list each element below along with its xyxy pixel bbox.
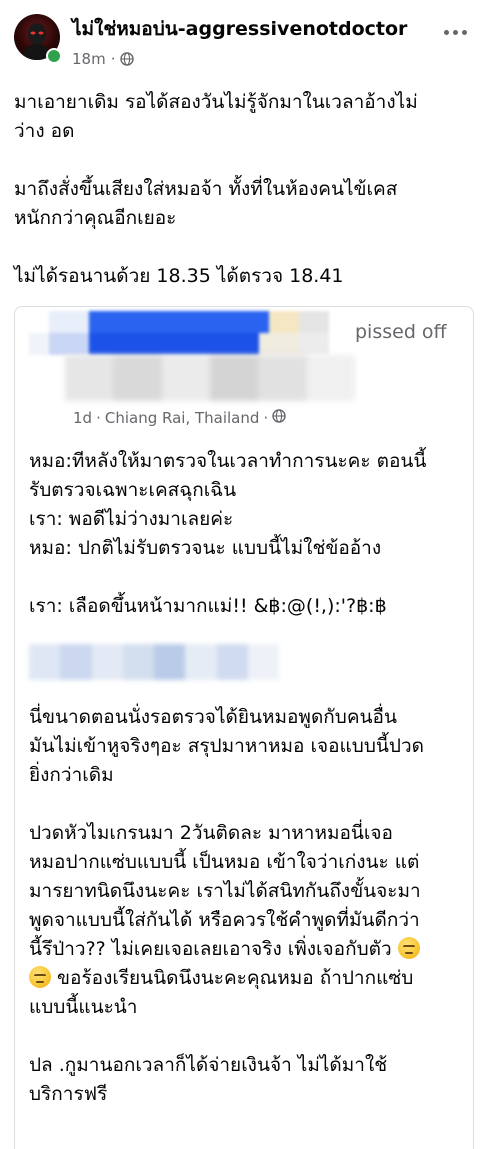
globe-icon [272,409,286,427]
text-line: บริการฟรี [29,1083,108,1105]
text-line: แบบนี้แนะนำ [29,996,138,1018]
rolling-eyes-emoji-icon [29,966,51,988]
post-time[interactable]: 18m [72,50,106,68]
text-line: หมอ:ทีหลังให้มาตรวจในเวลาทำการนะคะ ตอนนี… [29,450,427,472]
paragraph-block: ปวดหัวไมเกรนมา 2วันติดละ มาหาหมอนี่เจอ ห… [29,819,469,1022]
text-line: หมอ: ปกติไม่รับตรวจนะ แบบนี้ไม่ใช่ข้ออ้า… [29,537,382,559]
online-status-dot [46,48,62,64]
paragraph-block: ปล .กูมานอกเวลาก็ได้จ่ายเงินจ้า ไม่ได้มา… [29,1051,469,1109]
text-line: พูดจาแบบนี้ใส่กันได้ หรือควรใช้คำพูดที่ม… [29,909,420,931]
text-line: ปล .กูมานอกเวลาก็ได้จ่ายเงินจ้า ไม่ได้มา… [29,1054,388,1076]
text-line: รับตรวจเฉพาะเคสฉุกเฉิน [29,479,237,501]
text-line: ยิ่งกว่าเดิม [29,764,114,786]
dialogue-block: หมอ:ทีหลังให้มาตรวจในเวลาทำการนะคะ ตอนนี… [29,447,469,563]
redacted-info-blur [65,355,355,401]
post-paragraph: มาถึงสั่งขึ้นเสียงใส่หมอจ้า ทั้งที่ในห้อ… [14,178,398,229]
redacted-name-blur [29,311,329,355]
post-paragraph: มาเอายาเดิม รอได้สองวันไม่รู้จักมาในเวลา… [14,91,418,142]
text-line: มันไม่เข้าหูจริงๆอะ สรุปมาหาหมอ เจอแบบนี… [29,735,424,757]
shared-meta: 1d · Chiang Rai, Thailand · [73,409,286,427]
reaction-line: เรา: เลือดขึ้นหน้ามากแม่!! &฿:@(!,):'?฿:… [29,592,469,621]
text-line: เรา: พอดีไม่ว่างมาเลยค่ะ [29,508,234,530]
rolling-eyes-emoji-icon [397,937,420,959]
text-line: มารยาทนิดนึงนะคะ เราไม่ได้สนิทกันถึงขั้น… [29,880,421,902]
shared-time[interactable]: 1d [73,409,92,427]
shared-post-card[interactable]: pissed off 1d · Chiang Rai, Thailand · ห… [14,306,474,1149]
post-header: ไม่ใช่หมอบ่น-aggressivenotdoctor 18m · [0,0,485,80]
post-body: มาเอายาเดิม รอได้สองวันไม่รู้จักมาในเวลา… [14,88,474,291]
text-line: เรา: เลือดขึ้นหน้ามากแม่!! &฿:@(!,):'?฿:… [29,595,387,617]
feeling-text: pissed off [355,321,447,343]
text-line: หมอปากแซ่บแบบนี้ เป็นหมอ เข้าใจว่าเก่งนะ… [29,851,420,873]
more-options-button[interactable] [438,20,472,44]
shared-location[interactable]: Chiang Rai, Thailand [105,409,260,427]
globe-icon [120,52,135,66]
text-line: ปวดหัวไมเกรนมา 2วันติดละ มาหาหมอนี่เจอ [29,822,393,844]
more-dots-icon [443,29,449,35]
shared-post-body: หมอ:ทีหลังให้มาตรวจในเวลาทำการนะคะ ตอนนี… [29,447,469,1109]
author-name[interactable]: ไม่ใช่หมอบ่น-aggressivenotdoctor [72,14,407,44]
meta-separator: · [110,50,116,68]
text-line: ขอร้องเรียนนิดนึงนะคะคุณหมอ ถ้าปากแซ่บ [29,964,469,993]
post-meta: 18m · [72,50,135,68]
paragraph-block: นี่ขนาดตอนนั่งรอตรวจได้ยินหมอพูดกับคนอื่… [29,703,469,790]
text-line: นี่ขนาดตอนนั่งรอตรวจได้ยินหมอพูดกับคนอื่… [29,706,397,728]
text-line: นี้รึป่าว?? ไม่เคยเจอเลยเอาจริง เพิ่งเจอ… [29,935,469,964]
redacted-strip-blur [29,644,279,680]
post-paragraph: ไม่ได้รอนานด้วย 18.35 ได้ตรวจ 18.41 [14,265,344,287]
